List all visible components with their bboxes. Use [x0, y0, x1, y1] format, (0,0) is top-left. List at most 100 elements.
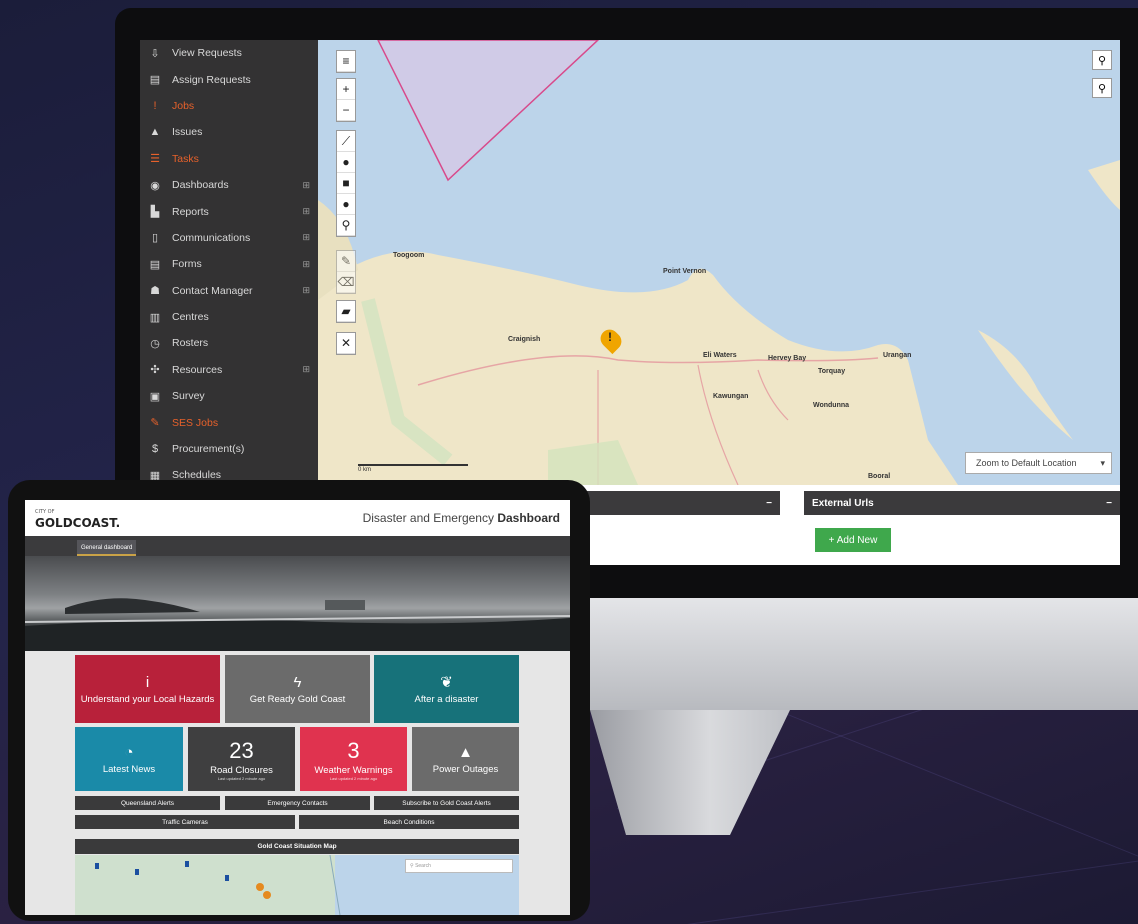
sidebar-item-label: Assign Requests: [172, 73, 251, 86]
search-icon-2[interactable]: ⚲: [1092, 78, 1112, 98]
sidebar-item-label: SES Jobs: [172, 416, 219, 429]
draw-circle-icon[interactable]: ●: [337, 152, 355, 173]
title-bold: Dashboard: [497, 511, 560, 525]
draw-line-icon[interactable]: ⟋: [337, 131, 355, 152]
expand-icon[interactable]: ⊞: [302, 180, 310, 191]
external-urls-header: External Urls −: [804, 491, 1120, 515]
lightning-icon: ϟ: [293, 673, 302, 691]
sidebar-item[interactable]: ✣ Resources ⊞: [140, 357, 318, 383]
situation-map-title: Gold Coast Situation Map: [257, 843, 337, 850]
expand-icon[interactable]: ⊞: [302, 206, 310, 217]
wrench-icon: ✎: [150, 417, 160, 430]
tile-updated: Last updated 2 minute ago: [217, 775, 266, 781]
sidebar-item-label: Dashboards: [172, 179, 229, 192]
link-queensland-alerts[interactable]: Queensland Alerts: [75, 796, 220, 810]
zoom-location-select[interactable]: Zoom to Default Location ▾: [965, 452, 1112, 474]
search-icon[interactable]: ⚲: [1092, 50, 1112, 70]
close-icon[interactable]: ✕: [337, 333, 355, 354]
expand-icon[interactable]: ⊞: [302, 285, 310, 296]
expand-icon[interactable]: ⊞: [302, 364, 310, 375]
zoom-select-label: Zoom to Default Location: [976, 458, 1077, 468]
assign-icon: ▤: [149, 74, 161, 87]
sidebar-item[interactable]: ⇩ View Requests: [140, 40, 318, 66]
menu-icon[interactable]: ≡: [337, 51, 355, 72]
pin-icon: ⇩: [150, 47, 160, 60]
tile-label: Understand your Local Hazards: [80, 693, 215, 705]
edit-icon[interactable]: ✎: [337, 251, 355, 272]
tile-local-hazards[interactable]: i Understand your Local Hazards: [75, 655, 220, 723]
sidebar-item[interactable]: ☗ Contact Manager ⊞: [140, 278, 318, 304]
sidebar-item[interactable]: ✎ SES Jobs: [140, 409, 318, 435]
sidebar-item[interactable]: ▤ Assign Requests: [140, 66, 318, 92]
sidebar-item[interactable]: ▙ Reports ⊞: [140, 198, 318, 224]
map-search-input[interactable]: ⚲ Search: [405, 859, 513, 873]
link-beach-conditions[interactable]: Beach Conditions: [299, 815, 519, 829]
draw-marker-icon[interactable]: ⚲: [337, 215, 355, 236]
sidebar-item[interactable]: ▥ Centres: [140, 304, 318, 330]
tab-general-dashboard[interactable]: General dashboard: [77, 540, 137, 556]
hero-image: [25, 598, 570, 651]
tile-weather-warnings[interactable]: 3 Weather Warnings Last updated 2 minute…: [300, 727, 407, 791]
add-new-button[interactable]: + Add New: [815, 528, 891, 552]
tile-label: Latest News: [102, 763, 156, 775]
tile-road-closures[interactable]: 23 Road Closures Last updated 2 minute a…: [188, 727, 295, 791]
delete-icon[interactable]: ⌫: [337, 272, 355, 293]
chevron-down-icon: ▾: [1100, 457, 1105, 468]
draw-square-icon[interactable]: ■: [337, 173, 355, 194]
sidebar-item[interactable]: ▤ Forms ⊞: [140, 251, 318, 277]
folder-control[interactable]: ▰: [336, 300, 356, 323]
sidebar-item[interactable]: $ Procurement(s): [140, 436, 318, 462]
logo-text: GOLDCOAST.: [35, 516, 121, 530]
sidebar-item-label: Tasks: [172, 152, 199, 165]
map-view[interactable]: ≡ + − ⟋ ● ■ ● ⚲ ✎ ⌫ ▰ ✕ ⚲ ⚲ Toogoom Poin…: [318, 40, 1120, 485]
tile-power-outages[interactable]: ▲ Power Outages: [412, 727, 519, 791]
info-icon: i: [145, 673, 150, 691]
title-light: Disaster and Emergency: [362, 511, 494, 525]
zoom-in-button[interactable]: +: [337, 79, 355, 100]
dollar-icon: $: [151, 443, 159, 456]
collapse-icon[interactable]: −: [766, 498, 772, 509]
sidebar-item-label: Jobs: [172, 99, 195, 112]
tile-after-disaster[interactable]: ❦ After a disaster: [374, 655, 519, 723]
dashboard-icon: ◉: [150, 179, 160, 192]
tile-label: Road Closures: [210, 764, 273, 776]
reports-icon: ▙: [150, 206, 160, 219]
contacts-icon: ☗: [150, 285, 160, 298]
tile-latest-news[interactable]: ◔ Latest News: [75, 727, 183, 791]
tasks-icon: ☰: [150, 153, 160, 166]
sidebar-item[interactable]: ◷ Rosters: [140, 330, 318, 356]
folder-icon[interactable]: ▰: [337, 301, 355, 322]
road-closures-count: 23: [229, 737, 254, 763]
link-traffic-cameras[interactable]: Traffic Cameras: [75, 815, 295, 829]
warning-icon: ▲: [149, 126, 161, 139]
sidebar-item-label: Procurement(s): [172, 443, 245, 456]
sidebar-item[interactable]: ▲ Issues: [140, 119, 318, 145]
sidebar-item[interactable]: ☰ Tasks: [140, 146, 318, 172]
situation-map[interactable]: ⚲ Search: [75, 855, 519, 915]
map-label: Urangan: [883, 352, 912, 359]
tile-label: After a disaster: [414, 694, 479, 705]
situation-map-header: Gold Coast Situation Map: [75, 839, 519, 854]
sidebar-item-label: Centres: [172, 311, 209, 324]
tile-get-ready[interactable]: ϟ Get Ready Gold Coast: [225, 655, 370, 723]
sidebar-item[interactable]: ! Jobs: [140, 93, 318, 119]
fullscreen-control[interactable]: ✕: [336, 332, 356, 355]
map-menu-control[interactable]: ≡: [336, 50, 356, 73]
sidebar-item[interactable]: ◉ Dashboards ⊞: [140, 172, 318, 198]
tile-label: Get Ready Gold Coast: [249, 693, 346, 705]
map-search-placeholder: Search: [415, 863, 431, 869]
sidebar-item[interactable]: ▣ Survey: [140, 383, 318, 409]
expand-icon[interactable]: ⊞: [302, 259, 310, 270]
map-label: Booral: [868, 473, 891, 480]
rss-icon: ◔: [124, 743, 134, 761]
monitor-stand: [590, 710, 790, 835]
draw-point-icon[interactable]: ●: [337, 194, 355, 215]
collapse-icon[interactable]: −: [1106, 498, 1112, 509]
forms-icon: ▤: [149, 258, 161, 271]
expand-icon[interactable]: ⊞: [302, 232, 310, 243]
link-emergency-contacts[interactable]: Emergency Contacts: [225, 796, 370, 810]
sidebar-item[interactable]: ▯ Communications ⊞: [140, 225, 318, 251]
link-subscribe-alerts[interactable]: Subscribe to Gold Coast Alerts: [374, 796, 519, 810]
sidebar-item-label: Issues: [172, 126, 203, 139]
zoom-out-button[interactable]: −: [337, 100, 355, 121]
